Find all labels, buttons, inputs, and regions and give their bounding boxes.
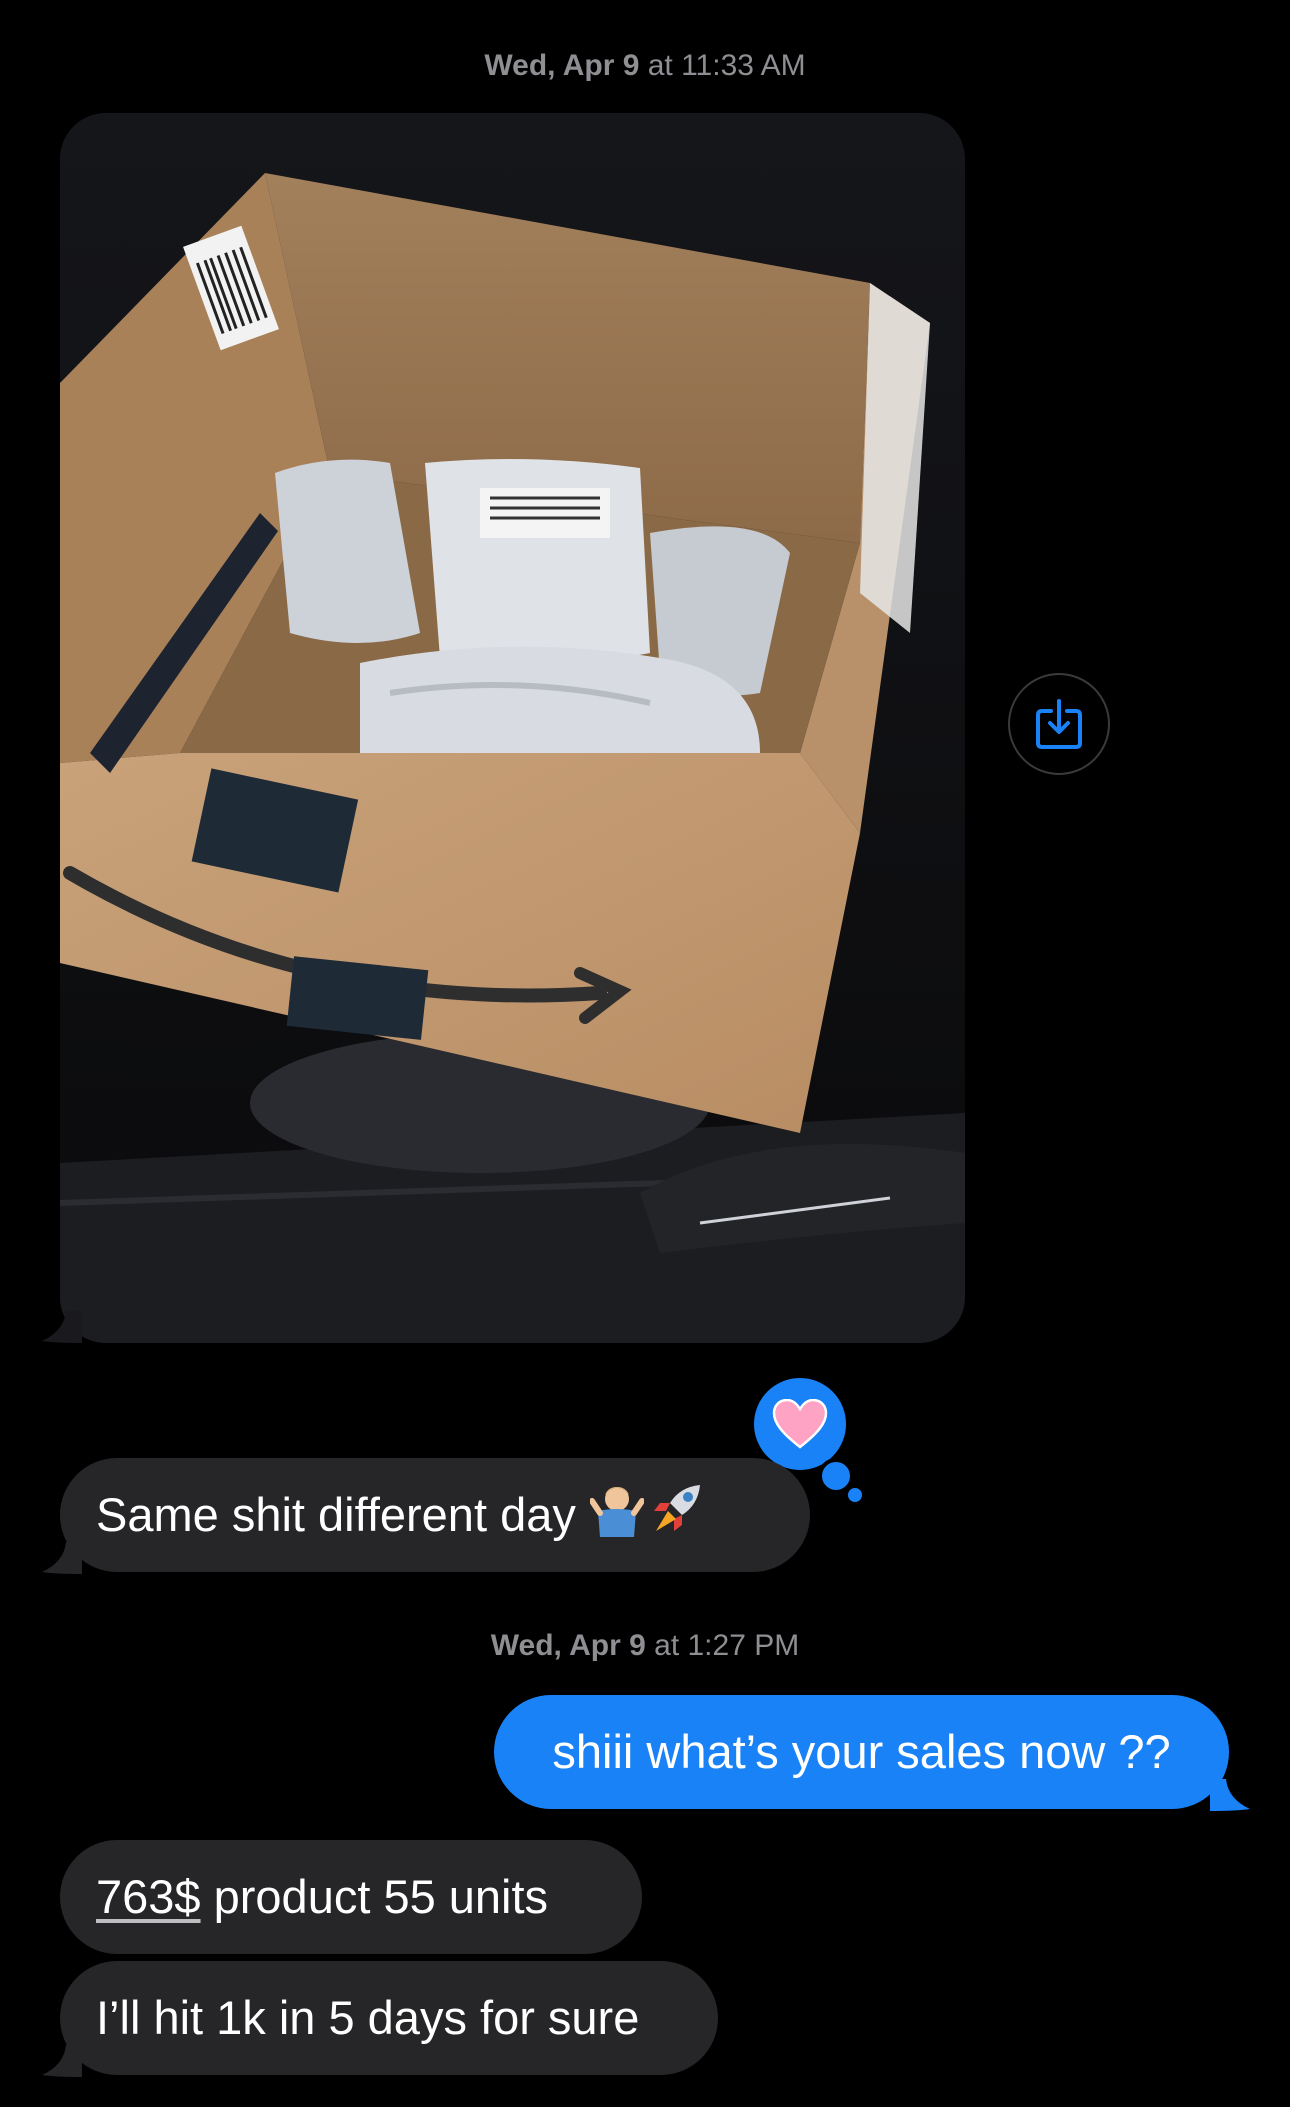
person-shrugging-emoji [588, 1481, 645, 1549]
timestamp-1: Wed, Apr 9 at 11:33 AM [0, 46, 1290, 86]
timestamp-day: Wed, Apr 9 [490, 1629, 646, 1662]
message-bubble-incoming[interactable]: Same shit different day [60, 1458, 810, 1572]
reaction-bubble-dot [818, 1458, 854, 1494]
save-photo-button[interactable] [1008, 673, 1110, 775]
timestamp-time: at 11:33 AM [647, 49, 806, 82]
rocket-emoji [650, 1481, 704, 1549]
message-bubble-incoming[interactable]: I’ll hit 1k in 5 days for sure [60, 1961, 718, 2075]
pink-heart-icon [772, 1399, 828, 1449]
timestamp-time: at 1:27 PM [654, 1629, 800, 1662]
message-text: shiii what’s your sales now ?? [552, 1725, 1171, 1778]
timestamp-day: Wed, Apr 9 [484, 49, 640, 82]
message-text: product 55 units [200, 1870, 549, 1923]
save-to-photos-icon [1036, 699, 1082, 749]
photo-bubble-tail [42, 1311, 82, 1343]
money-data-link[interactable]: 763$ [96, 1869, 201, 1925]
message-text: I’ll hit 1k in 5 days for sure [96, 1991, 640, 2044]
message-bubble-outgoing[interactable]: shiii what’s your sales now ?? [494, 1695, 1229, 1809]
package-box-photo [60, 113, 965, 1343]
reaction-bubble-dot-small [848, 1488, 862, 1502]
timestamp-2: Wed, Apr 9 at 1:27 PM [0, 1626, 1290, 1666]
message-bubble-incoming[interactable]: 763$ product 55 units [60, 1840, 642, 1954]
incoming-bubble-tail [42, 1542, 82, 1574]
message-text: Same shit different day [96, 1488, 576, 1541]
photo-message[interactable] [60, 113, 965, 1343]
outgoing-bubble-tail [1210, 1779, 1250, 1811]
incoming-bubble-tail [42, 2045, 82, 2077]
